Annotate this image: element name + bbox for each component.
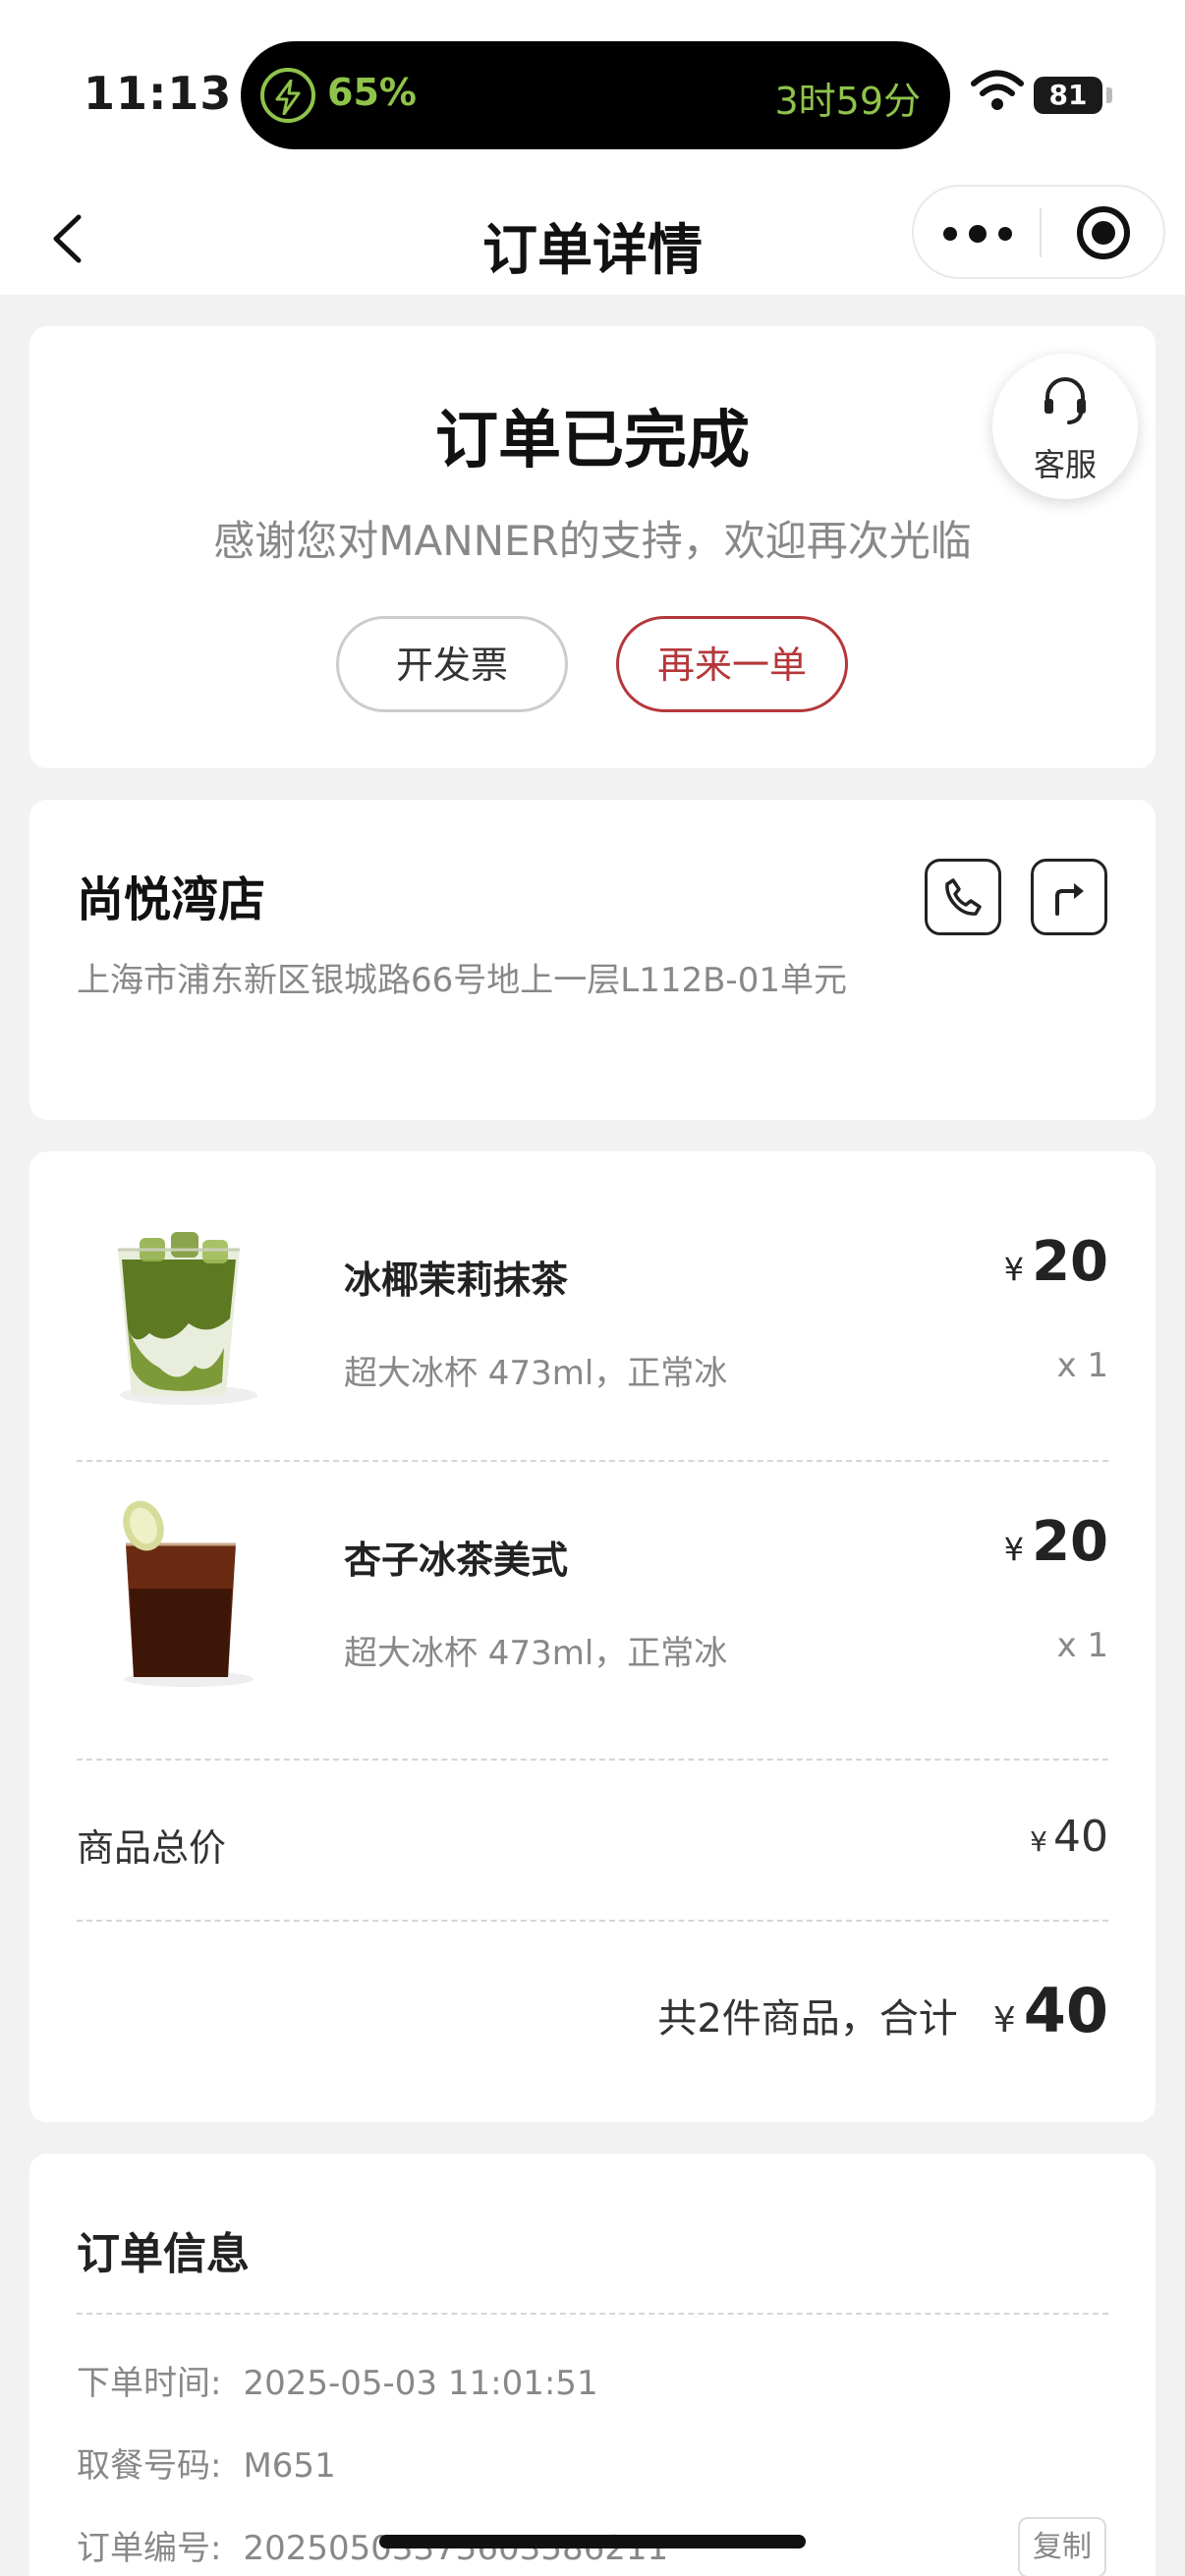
directions-icon <box>1055 883 1084 916</box>
order-items-card: 冰椰茉莉抹茶 超大冰杯 473ml，正常冰 ¥20 x 1 杏子冰茶美式 超大冰… <box>29 1151 1156 2122</box>
iced-americano-image <box>100 1500 257 1687</box>
home-indicator[interactable] <box>379 2535 806 2548</box>
copy-order-number-button[interactable]: 复制 <box>1018 2517 1106 2576</box>
currency-symbol: ¥ <box>1030 1825 1047 1858</box>
item-spec: 超大冰杯 473ml，正常冰 <box>344 1354 728 1393</box>
order-time-value: 2025-05-03 11:01:51 <box>243 2364 598 2403</box>
call-store-button[interactable] <box>925 859 1001 935</box>
item-spec: 超大冰杯 473ml，正常冰 <box>344 1634 728 1673</box>
matcha-drink-image <box>100 1220 257 1407</box>
directions-button[interactable] <box>1031 859 1107 935</box>
order-info-card: 订单信息 下单时间: 2025-05-03 11:01:51 取餐号码: M651 … <box>29 2154 1156 2576</box>
currency-symbol: ¥ <box>1003 1251 1025 1288</box>
customer-service-label: 客服 <box>1033 446 1097 483</box>
order-time-label: 下单时间: <box>77 2364 222 2403</box>
order-total: 共2件商品，合计 ¥40 <box>657 1975 1108 2046</box>
charge-percent: 65% <box>327 71 417 114</box>
more-dot-icon <box>998 227 1012 241</box>
order-time-row: 下单时间: 2025-05-03 11:01:51 <box>77 2356 598 2404</box>
order-status-title: 订单已完成 <box>435 405 750 477</box>
customer-service-button[interactable]: 客服 <box>992 354 1138 499</box>
subtotal-label: 商品总价 <box>77 1826 227 1870</box>
item-price: ¥20 <box>1004 1510 1108 1574</box>
charging-bolt-icon <box>260 68 315 123</box>
headset-icon <box>1044 377 1086 424</box>
item-name: 冰椰茉莉抹茶 <box>344 1259 569 1302</box>
divider <box>77 1460 1108 1462</box>
order-item[interactable]: 冰椰茉莉抹茶 超大冰杯 473ml，正常冰 ¥20 x 1 <box>29 1220 1156 1466</box>
total-prefix: 共2件商品，合计 <box>657 1996 958 2042</box>
pickup-code-label: 取餐号码: <box>77 2446 222 2486</box>
currency-symbol: ¥ <box>1003 1531 1025 1568</box>
battery-cap <box>1106 87 1112 103</box>
pickup-code-value: M651 <box>243 2446 336 2486</box>
pickup-code-row: 取餐号码: M651 <box>77 2438 336 2487</box>
charge-remaining-time: 3时59分 <box>774 80 921 123</box>
item-price: ¥20 <box>1004 1230 1108 1294</box>
order-info-title: 订单信息 <box>77 2229 250 2279</box>
battery-icon: 81 <box>1034 77 1102 114</box>
item-price-value: 20 <box>1032 1510 1108 1574</box>
more-dot-icon <box>943 227 957 241</box>
status-bar: 11:13 65% 3时59分 81 <box>0 0 1185 177</box>
divider <box>77 2313 1108 2315</box>
mini-program-capsule <box>912 185 1165 279</box>
invoice-button[interactable]: 开发票 <box>336 616 568 712</box>
reorder-button[interactable]: 再来一单 <box>616 616 848 712</box>
more-button[interactable] <box>941 208 1016 257</box>
item-name: 杏子冰茶美式 <box>344 1539 569 1582</box>
store-name: 尚悦湾店 <box>77 872 266 927</box>
close-target-button[interactable] <box>1077 206 1130 259</box>
capsule-divider <box>1040 208 1042 257</box>
target-icon <box>1092 221 1115 245</box>
subtotal-amount: 40 <box>1053 1812 1108 1862</box>
item-quantity: x 1 <box>1056 1346 1108 1385</box>
currency-symbol: ¥ <box>992 2000 1016 2041</box>
item-quantity: x 1 <box>1056 1626 1108 1665</box>
phone-icon <box>945 878 982 916</box>
divider <box>77 1920 1108 1922</box>
navigation-bar: 订单详情 <box>0 177 1185 295</box>
order-number-label: 订单编号: <box>77 2529 222 2568</box>
subtotal-value: ¥40 <box>1030 1812 1108 1862</box>
order-status-subtitle: 感谢您对MANNER的支持，欢迎再次光临 <box>213 517 972 565</box>
order-status-card: 订单已完成 感谢您对MANNER的支持，欢迎再次光临 开发票 再来一单 客服 <box>29 326 1156 768</box>
store-address: 上海市浦东新区银城路66号地上一层L112B-01单元 <box>77 961 847 1000</box>
divider <box>77 1759 1108 1761</box>
store-card: 尚悦湾店 上海市浦东新区银城路66号地上一层L112B-01单元 <box>29 800 1156 1120</box>
item-price-value: 20 <box>1032 1230 1108 1294</box>
wifi-icon <box>971 69 1024 116</box>
order-item[interactable]: 杏子冰茶美式 超大冰杯 473ml，正常冰 ¥20 x 1 <box>29 1500 1156 1746</box>
total-amount: 40 <box>1023 1975 1108 2046</box>
dynamic-island: 65% 3时59分 <box>241 41 950 149</box>
status-time: 11:13 <box>84 67 233 120</box>
more-dot-icon <box>969 225 987 243</box>
